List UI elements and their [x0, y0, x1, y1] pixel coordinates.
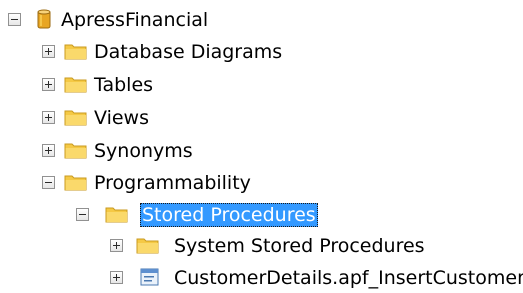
- expand-toggle[interactable]: [42, 45, 55, 58]
- collapse-toggle[interactable]: [76, 208, 89, 221]
- tree-node-views[interactable]: Views: [0, 103, 523, 133]
- folder-icon: [64, 44, 87, 60]
- stored-procedure-icon: [140, 268, 159, 286]
- folder-icon: [64, 77, 87, 93]
- tree-node-label[interactable]: Synonyms: [92, 139, 195, 163]
- expand-toggle[interactable]: [42, 111, 55, 124]
- folder-icon: [64, 110, 87, 126]
- tree-node-label[interactable]: Database Diagrams: [92, 40, 284, 64]
- tree-node-label[interactable]: CustomerDetails.apf_InsertCustomer: [172, 266, 523, 290]
- tree-node-synonyms[interactable]: Synonyms: [0, 136, 523, 166]
- expand-toggle[interactable]: [110, 271, 123, 284]
- folder-icon: [64, 143, 87, 159]
- expand-toggle[interactable]: [110, 239, 123, 252]
- collapse-toggle[interactable]: [8, 13, 21, 26]
- tree-node-tables[interactable]: Tables: [0, 70, 523, 100]
- expand-toggle[interactable]: [42, 144, 55, 157]
- tree-node-database[interactable]: ApressFinancial: [0, 5, 523, 35]
- tree-node-label[interactable]: System Stored Procedures: [172, 234, 427, 258]
- tree-node-programmability[interactable]: Programmability: [0, 168, 523, 198]
- object-explorer-tree: ApressFinancial Database Diagrams Tables…: [0, 0, 523, 289]
- tree-node-label[interactable]: Programmability: [92, 171, 253, 195]
- tree-node-system-stored-procedures[interactable]: System Stored Procedures: [0, 231, 523, 261]
- folder-icon: [105, 207, 128, 223]
- tree-node-label-selected[interactable]: Stored Procedures: [140, 203, 318, 227]
- tree-node-database-diagrams[interactable]: Database Diagrams: [0, 37, 523, 67]
- database-icon: [37, 9, 51, 29]
- folder-icon: [64, 175, 87, 191]
- folder-icon: [136, 238, 159, 254]
- expand-toggle[interactable]: [42, 78, 55, 91]
- tree-node-label[interactable]: Tables: [92, 73, 155, 97]
- tree-node-label[interactable]: Views: [92, 106, 151, 130]
- database-label[interactable]: ApressFinancial: [59, 8, 210, 32]
- collapse-toggle[interactable]: [42, 176, 55, 189]
- tree-node-stored-procedures[interactable]: Stored Procedures: [0, 200, 523, 230]
